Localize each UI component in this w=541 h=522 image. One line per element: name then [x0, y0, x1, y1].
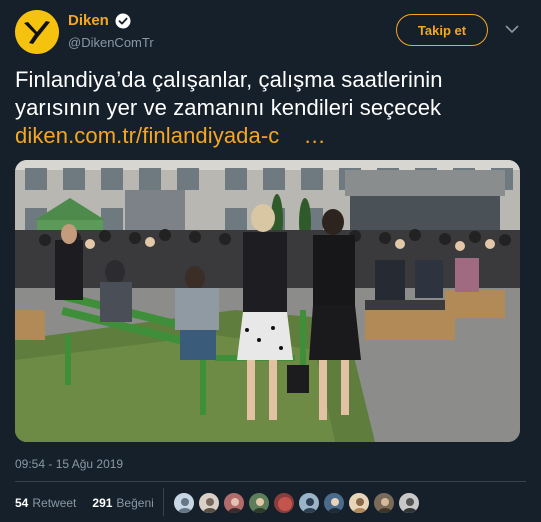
chevron-down-icon[interactable] [505, 24, 519, 34]
liker-avatar[interactable] [198, 492, 220, 514]
liker-avatars [173, 492, 420, 514]
stats-divider [163, 488, 164, 516]
tweet-link[interactable]: diken.com.tr/finlandiyada-c [15, 123, 279, 148]
divider [15, 481, 526, 482]
author-display-name[interactable]: Diken [68, 12, 109, 29]
liker-avatar[interactable] [323, 492, 345, 514]
follow-button[interactable]: Takip et [396, 14, 488, 46]
liker-avatar[interactable] [398, 492, 420, 514]
retweet-count[interactable]: 54 [15, 496, 28, 510]
diken-logo-icon [15, 10, 59, 54]
author-name-row: Diken [68, 12, 131, 29]
liker-avatar[interactable] [248, 492, 270, 514]
liker-avatar[interactable] [223, 492, 245, 514]
like-label[interactable]: Beğeni [116, 496, 153, 510]
tweet-stats: 54 Retweet 291 Beğeni [15, 496, 154, 510]
author-avatar[interactable] [15, 10, 59, 54]
liker-avatar[interactable] [273, 492, 295, 514]
tweet-card: Diken @DikenComTr Takip et Finlandiya’da… [0, 0, 541, 522]
photo-image[interactable] [15, 160, 520, 442]
tweet-text-line-2: yarısının yer ve zamanını kendileri seçe… [15, 95, 442, 120]
tweet-timestamp[interactable]: 09:54 - 15 Ağu 2019 [15, 457, 123, 471]
retweet-label[interactable]: Retweet [32, 496, 76, 510]
author-handle[interactable]: @DikenComTr [68, 35, 154, 50]
tweet-link-row: diken.com.tr/finlandiyada-c … [15, 122, 520, 150]
liker-avatar[interactable] [373, 492, 395, 514]
verified-badge-icon [115, 13, 131, 29]
tweet-text: Finlandiya’da çalışanlar, çalışma saatle… [15, 66, 520, 150]
tweet-link-ellipsis[interactable]: … [304, 123, 326, 148]
tweet-text-line-1: Finlandiya’da çalışanlar, çalışma saatle… [15, 67, 443, 92]
like-count[interactable]: 291 [92, 496, 112, 510]
liker-avatar[interactable] [173, 492, 195, 514]
liker-avatar[interactable] [298, 492, 320, 514]
liker-avatar[interactable] [348, 492, 370, 514]
